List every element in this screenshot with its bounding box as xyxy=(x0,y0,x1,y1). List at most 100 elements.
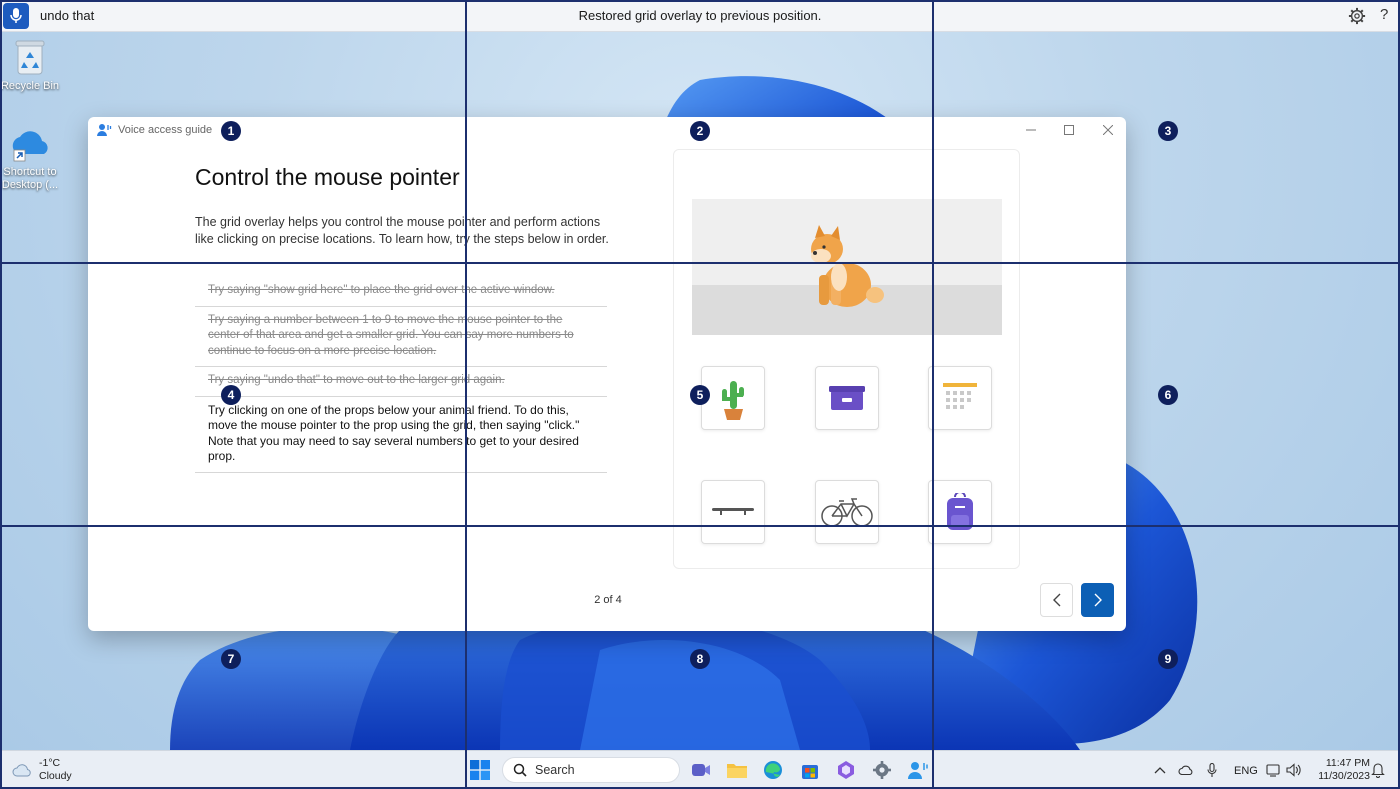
recycle-bin-icon xyxy=(15,40,45,75)
grid-line-vertical xyxy=(932,0,934,789)
chevron-right-icon xyxy=(1094,593,1102,607)
prop-skateboard[interactable] xyxy=(701,480,765,544)
close-icon xyxy=(1103,125,1113,135)
speaker-icon xyxy=(1286,763,1301,777)
prop-calendar[interactable] xyxy=(928,366,992,430)
language-indicator[interactable]: ENG xyxy=(1234,765,1258,777)
desktop-icon-onedrive-shortcut[interactable]: Shortcut to Desktop (... xyxy=(0,126,60,192)
microphone-icon xyxy=(10,7,22,23)
window-title: Voice access guide xyxy=(118,124,213,136)
grid-cell-number-6[interactable]: 6 xyxy=(1158,385,1178,405)
show-hidden-icons-button[interactable] xyxy=(1147,757,1173,783)
taskbar-app-voice-access[interactable] xyxy=(905,757,931,783)
settings-gear-icon xyxy=(873,761,891,779)
gear-icon[interactable] xyxy=(1348,7,1366,25)
window-title-bar: Voice access guide xyxy=(96,123,212,137)
page-indicator: 2 of 4 xyxy=(594,594,622,606)
store-icon xyxy=(802,765,818,779)
grid-cell-number-3[interactable]: 3 xyxy=(1158,121,1178,141)
voice-access-icon xyxy=(908,762,928,779)
grid-cell-number-1[interactable]: 1 xyxy=(221,121,241,141)
start-button[interactable] xyxy=(467,757,493,783)
onedrive-icon xyxy=(12,131,48,162)
bicycle-icon xyxy=(821,498,873,527)
next-button[interactable] xyxy=(1081,583,1114,617)
taskbar-app-edge[interactable] xyxy=(760,757,786,783)
prop-backpack[interactable] xyxy=(928,480,992,544)
close-button[interactable] xyxy=(1093,120,1123,140)
grid-border-left xyxy=(0,0,2,789)
voice-access-bar: undo that Restored grid overlay to previ… xyxy=(0,0,1400,32)
grid-cell-number-9[interactable]: 9 xyxy=(1158,649,1178,669)
intro-text: The grid overlay helps you control the m… xyxy=(195,215,609,246)
previous-button[interactable] xyxy=(1040,583,1073,617)
grid-cell-number-8[interactable]: 8 xyxy=(690,649,710,669)
step-item: Try saying "show grid here" to place the… xyxy=(195,277,607,307)
taskbar-search[interactable]: Search xyxy=(502,757,680,783)
prop-cactus[interactable] xyxy=(701,366,765,430)
maximize-icon xyxy=(1064,125,1074,135)
onedrive-cloud-icon xyxy=(1178,765,1193,775)
shiba-dog-icon xyxy=(811,225,884,307)
desktop-icon-recycle-bin[interactable]: Recycle Bin xyxy=(0,38,60,93)
status-message: Restored grid overlay to previous positi… xyxy=(578,8,822,23)
recognized-command: undo that xyxy=(40,8,95,23)
taskbar-app-settings[interactable] xyxy=(869,757,895,783)
illustration-card xyxy=(673,149,1020,569)
weather-description: Cloudy xyxy=(39,770,72,782)
microphone-button[interactable] xyxy=(3,2,29,29)
animal-scene xyxy=(692,199,1002,335)
help-button[interactable]: ? xyxy=(1380,6,1388,23)
system-clock[interactable]: 11:47 PM 11/30/2023 xyxy=(1310,757,1370,783)
steps-list: Try saying "show grid here" to place the… xyxy=(195,277,607,473)
taskbar-app-teams[interactable] xyxy=(688,757,714,783)
maximize-button[interactable] xyxy=(1054,120,1084,140)
taskbar-app-file-explorer[interactable] xyxy=(724,757,750,783)
grid-line-horizontal xyxy=(0,262,1400,264)
network-icon xyxy=(1266,764,1280,777)
step-item-current: Try clicking on one of the props below y… xyxy=(195,397,607,473)
step-item: Try saying "undo that" to move out to th… xyxy=(195,367,607,397)
cactus-icon xyxy=(722,381,744,420)
storage-box-icon xyxy=(829,386,865,410)
chevron-left-icon xyxy=(1052,593,1060,607)
folder-icon xyxy=(727,764,747,778)
taskbar-app-store[interactable] xyxy=(797,757,823,783)
video-call-icon xyxy=(692,764,710,776)
tray-onedrive[interactable] xyxy=(1173,757,1199,783)
edge-browser-icon xyxy=(764,761,782,779)
bell-icon xyxy=(1371,763,1385,778)
weather-widget[interactable]: -1°C Cloudy xyxy=(12,757,72,783)
tray-microphone[interactable] xyxy=(1199,757,1225,783)
grid-cell-number-7[interactable]: 7 xyxy=(221,649,241,669)
search-icon xyxy=(513,763,527,777)
grid-cell-number-5[interactable]: 5 xyxy=(690,385,710,405)
step-item: Try saying a number between 1 to 9 to mo… xyxy=(195,307,607,367)
grid-border-top xyxy=(0,0,1400,2)
windows-logo-icon xyxy=(470,760,490,780)
clock-time: 11:47 PM xyxy=(1325,757,1370,769)
clock-date: 11/30/2023 xyxy=(1318,770,1370,782)
page-heading: Control the mouse pointer xyxy=(195,164,460,190)
notifications-button[interactable] xyxy=(1365,757,1391,783)
minimize-button[interactable] xyxy=(1016,120,1046,140)
copilot-icon xyxy=(838,761,854,779)
calendar-icon xyxy=(943,383,977,409)
skateboard-icon xyxy=(712,508,754,515)
search-label: Search xyxy=(535,763,575,777)
grid-cell-number-2[interactable]: 2 xyxy=(690,121,710,141)
grid-line-horizontal xyxy=(0,525,1400,527)
voice-access-app-icon xyxy=(97,124,112,136)
taskbar-app-copilot[interactable] xyxy=(833,757,859,783)
tray-microphone-icon xyxy=(1207,762,1217,777)
grid-line-vertical xyxy=(465,0,467,789)
cloud-icon xyxy=(12,764,31,777)
prop-bicycle[interactable] xyxy=(815,480,879,544)
chevron-up-icon xyxy=(1154,767,1166,774)
taskbar: -1°C Cloudy Search ENG 11:47 PM 11/30/20… xyxy=(0,750,1400,789)
grid-cell-number-4[interactable]: 4 xyxy=(221,385,241,405)
desktop-icon-label: Shortcut to Desktop (... xyxy=(1,166,59,191)
tray-volume[interactable] xyxy=(1281,757,1307,783)
prop-storage-box[interactable] xyxy=(815,366,879,430)
voice-access-guide-window: Voice access guide Control the mouse poi… xyxy=(88,117,1126,631)
